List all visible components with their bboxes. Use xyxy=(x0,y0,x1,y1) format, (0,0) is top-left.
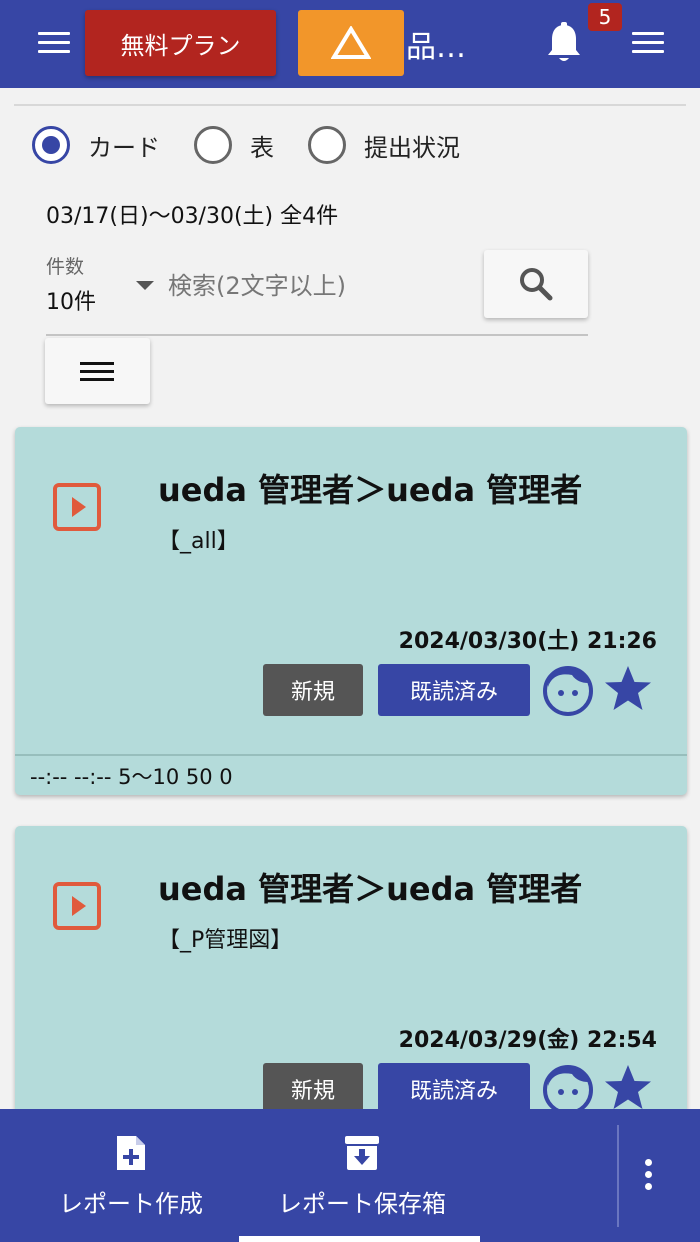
warning-triangle-icon xyxy=(331,26,371,59)
search-button[interactable] xyxy=(484,250,588,318)
warning-button[interactable] xyxy=(298,10,404,76)
page-title: 品… xyxy=(406,30,466,65)
overflow-menu-icon[interactable] xyxy=(628,22,668,62)
play-icon xyxy=(53,882,101,930)
card-tag: 【_all】 xyxy=(158,529,239,554)
play-icon xyxy=(53,483,101,531)
view-mode-radio-group: カード 表 提出状況 xyxy=(32,124,494,166)
free-plan-button[interactable]: 無料プラン xyxy=(85,10,276,76)
nav-divider xyxy=(617,1125,619,1227)
list-toggle-button[interactable] xyxy=(45,338,150,404)
card-tag: 【_P管理図】 xyxy=(158,928,293,953)
dropdown-arrow-icon[interactable] xyxy=(136,281,154,290)
bottom-navigation: レポート作成 レポート保存箱 xyxy=(0,1109,700,1242)
radio-label: 表 xyxy=(250,133,274,162)
radio-label: カード xyxy=(88,133,160,162)
report-card[interactable]: ueda 管理者＞ueda 管理者 【_P管理図】 2024/03/29(金) … xyxy=(15,826,687,1126)
card-title: ueda 管理者＞ueda 管理者 xyxy=(158,870,583,908)
file-add-icon xyxy=(117,1136,145,1170)
radio-circle[interactable] xyxy=(194,126,232,164)
status-read-badge: 既読済み xyxy=(378,1063,530,1115)
nav-report-archive[interactable]: レポート保存箱 xyxy=(262,1109,462,1242)
status-new-badge: 新規 xyxy=(263,664,363,716)
star-icon[interactable] xyxy=(602,1062,654,1114)
nav-label: レポート保存箱 xyxy=(278,1190,446,1218)
card-date: 2024/03/29(金) 22:54 xyxy=(398,1028,657,1053)
status-read-badge: 既読済み xyxy=(378,664,530,716)
face-icon[interactable] xyxy=(542,665,594,717)
radio-circle[interactable] xyxy=(32,126,70,164)
count-label: 件数 xyxy=(46,256,85,278)
search-icon xyxy=(520,268,553,301)
active-tab-indicator xyxy=(239,1236,480,1242)
star-icon[interactable] xyxy=(602,663,654,715)
search-input[interactable] xyxy=(168,266,468,306)
card-footer: --:-- --:-- 5〜10 50 0 xyxy=(15,754,687,795)
top-app-bar: 無料プラン 品… 5 xyxy=(0,0,700,88)
bell-icon[interactable] xyxy=(546,22,582,64)
radio-submission-status[interactable]: 提出状況 xyxy=(308,126,460,164)
archive-icon xyxy=(345,1136,379,1170)
report-card[interactable]: ueda 管理者＞ueda 管理者 【_all】 2024/03/30(土) 2… xyxy=(15,427,687,795)
card-title: ueda 管理者＞ueda 管理者 xyxy=(158,471,583,509)
radio-card-view[interactable]: カード xyxy=(32,126,160,164)
radio-circle[interactable] xyxy=(308,126,346,164)
count-select[interactable]: 10件 xyxy=(46,284,96,316)
menu-icon[interactable] xyxy=(34,22,74,62)
radio-table-view[interactable]: 表 xyxy=(194,126,274,164)
divider xyxy=(14,104,686,106)
more-vert-icon[interactable] xyxy=(634,1149,664,1199)
notification-badge: 5 xyxy=(588,3,622,31)
radio-label: 提出状況 xyxy=(364,133,460,162)
card-date: 2024/03/30(土) 21:26 xyxy=(398,629,657,654)
status-new-badge: 新規 xyxy=(263,1063,363,1115)
nav-label: レポート作成 xyxy=(59,1190,203,1218)
input-underline xyxy=(46,334,588,336)
period-summary: 03/17(日)〜03/30(土) 全4件 xyxy=(46,204,339,229)
nav-report-create[interactable]: レポート作成 xyxy=(40,1109,222,1242)
